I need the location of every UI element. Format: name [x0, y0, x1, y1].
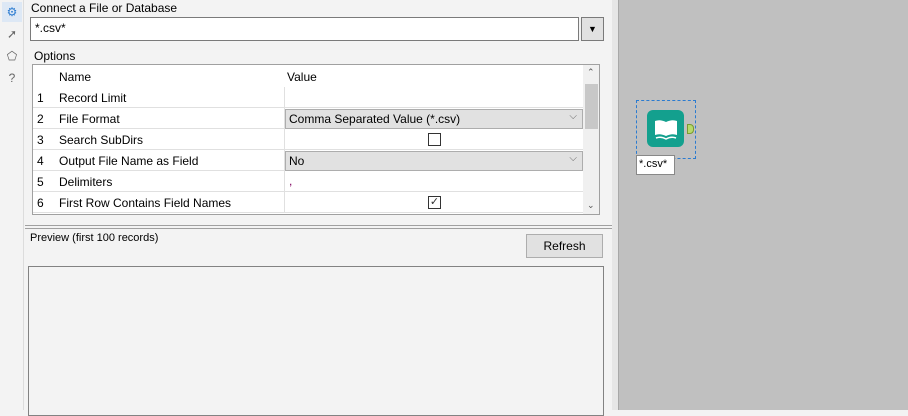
scroll-thumb[interactable] [585, 84, 598, 129]
header-value: Value [287, 70, 317, 84]
row-name: First Row Contains Field Names [59, 196, 232, 210]
help-icon[interactable]: ? [4, 70, 20, 86]
options-table: Name Value 1 Record Limit 2 File Format Com… [32, 64, 600, 215]
table-row[interactable]: 1 Record Limit [33, 87, 583, 108]
row-number: 3 [37, 133, 44, 147]
chevron-down-icon: ⌵ [569, 111, 577, 122]
input-data-tool-node[interactable] [647, 110, 684, 147]
file-format-value: Comma Separated Value (*.csv) [289, 112, 461, 126]
delimiters-field[interactable]: , [289, 174, 292, 188]
scroll-down-icon[interactable]: ⌄ [587, 200, 595, 211]
output-anchor[interactable] [687, 124, 694, 134]
gear-icon[interactable]: ⚙ [2, 2, 22, 22]
output-filename-select[interactable]: No ⌵ [285, 151, 583, 171]
shortcut-icon[interactable]: ➚ [4, 26, 20, 42]
table-row[interactable]: 3 Search SubDirs [33, 129, 583, 150]
search-subdirs-checkbox[interactable] [428, 133, 441, 146]
preview-label: Preview (first 100 records) [30, 232, 159, 244]
table-row[interactable]: 2 File Format Comma Separated Value (*.csv… [33, 108, 583, 129]
row-name: Record Limit [59, 91, 127, 105]
row-number: 6 [37, 196, 44, 210]
table-row[interactable]: 6 First Row Contains Field Names ✓ [33, 192, 583, 213]
tag-icon[interactable]: ⬠ [4, 48, 20, 64]
row-number: 2 [37, 112, 44, 126]
row-name: File Format [59, 112, 120, 126]
row-name: Output File Name as Field [59, 154, 199, 168]
file-format-select[interactable]: Comma Separated Value (*.csv) ⌵ [285, 109, 583, 129]
header-name: Name [59, 70, 92, 84]
connect-label: Connect a File or Database [31, 1, 178, 15]
splitter[interactable] [25, 225, 612, 229]
row-name: Delimiters [59, 175, 113, 189]
connect-dropdown-button[interactable]: ▼ [581, 17, 604, 41]
table-header: Name Value [33, 65, 583, 87]
record-limit-field[interactable] [284, 87, 583, 108]
row-number: 5 [37, 175, 44, 189]
first-row-names-checkbox[interactable]: ✓ [428, 196, 441, 209]
row-number: 1 [37, 91, 44, 105]
book-icon [654, 119, 677, 140]
refresh-button[interactable]: Refresh [526, 234, 603, 258]
scroll-up-icon[interactable]: ⌃ [587, 67, 595, 78]
output-filename-value: No [289, 154, 305, 168]
row-name: Search SubDirs [59, 133, 144, 147]
table-row[interactable]: 4 Output File Name as Field No ⌵ [33, 150, 583, 171]
table-row[interactable]: 5 Delimiters, [33, 171, 583, 192]
sidebar: ⚙ ➚ ⬠ ? [0, 0, 24, 410]
row-number: 4 [37, 154, 44, 168]
options-label: Options [34, 49, 76, 63]
scrollbar[interactable]: ⌃ ⌄ [583, 65, 599, 214]
workflow-canvas[interactable] [618, 0, 908, 410]
chevron-down-icon: ⌵ [569, 153, 577, 164]
node-label: *.csv* [636, 155, 675, 175]
preview-grid [28, 266, 604, 416]
connect-input[interactable]: *.csv* [30, 17, 579, 41]
